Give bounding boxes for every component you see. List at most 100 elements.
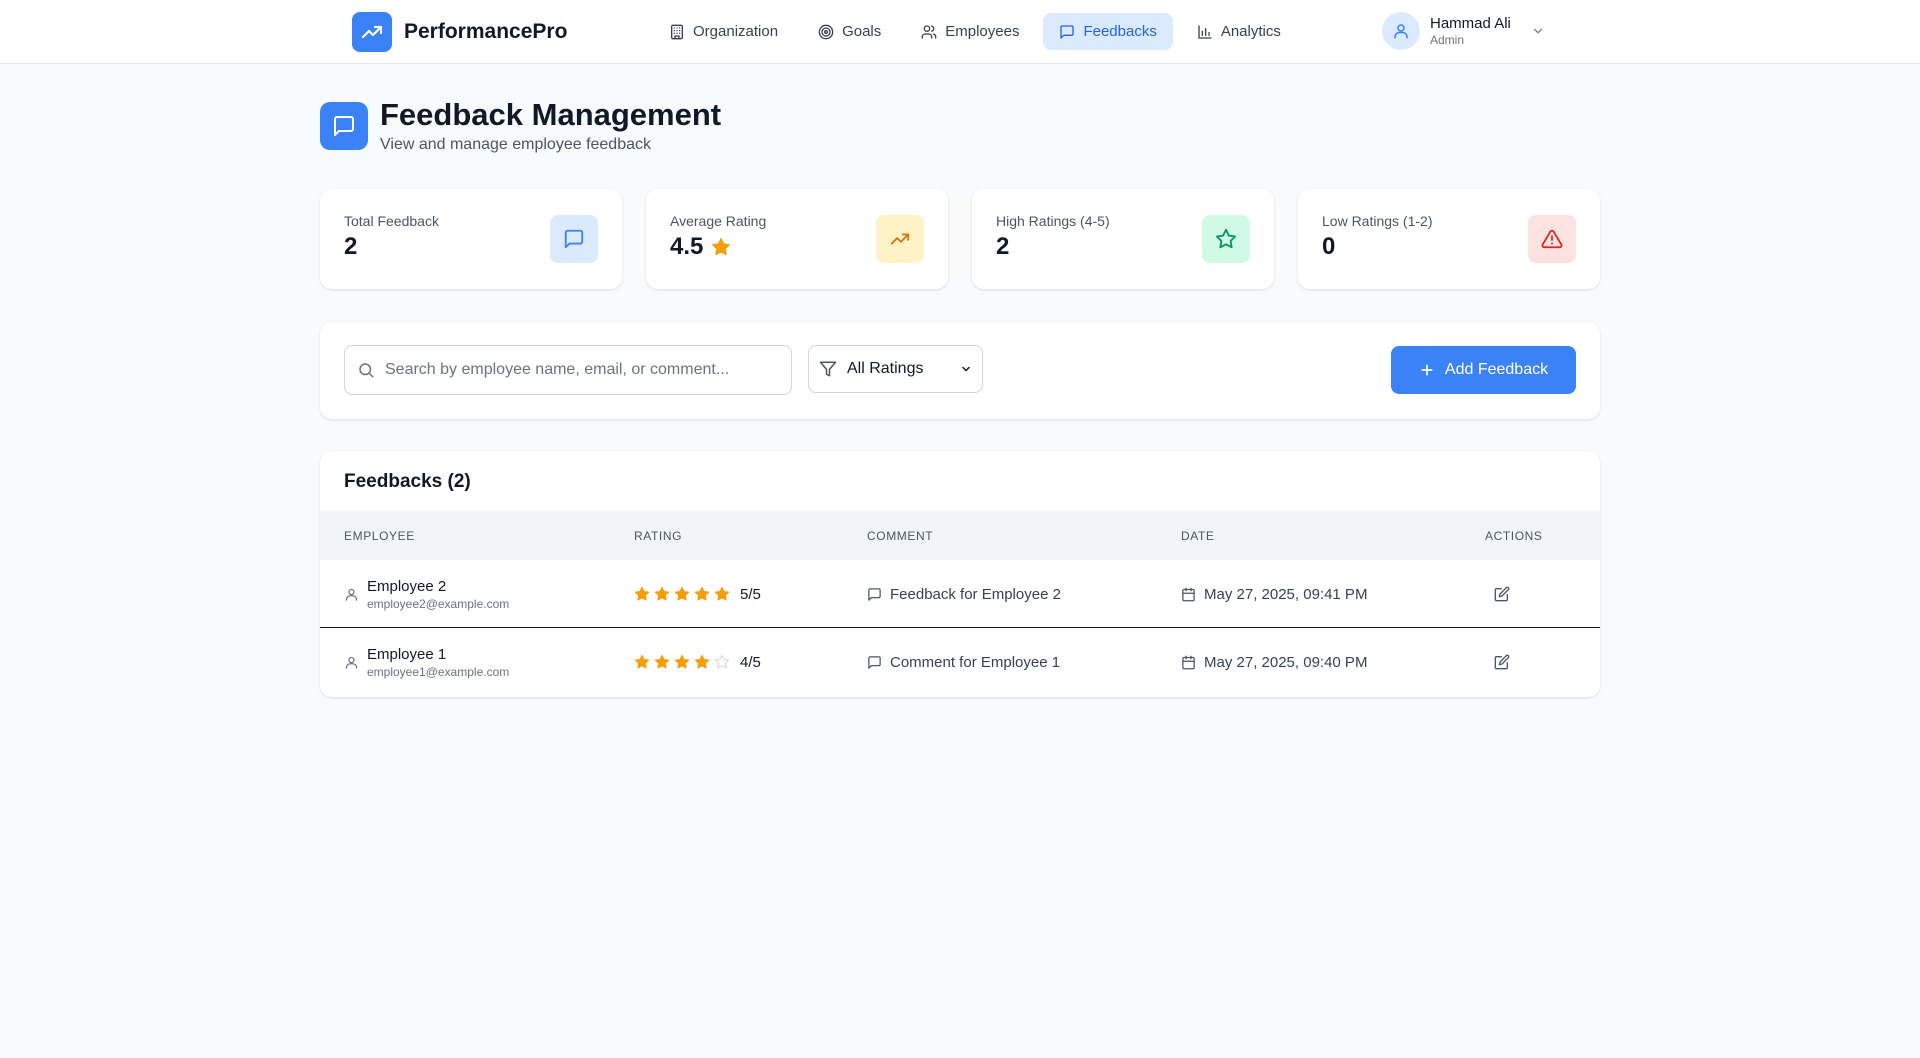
star-filled-icon — [654, 586, 670, 601]
employee-name: Employee 1 — [367, 645, 447, 663]
top-navigation-bar: PerformancePro Organization Goals Employ… — [0, 0, 1920, 64]
table-row: Employee 2 employee2@example.com 5/5 Fee… — [320, 560, 1600, 628]
star-icon — [1202, 215, 1250, 263]
calendar-icon — [1181, 587, 1196, 602]
nav-item-label: Employees — [945, 23, 1020, 40]
star-filled-icon — [634, 654, 650, 669]
date-cell: May 27, 2025, 09:41 PM — [1181, 560, 1367, 628]
stat-value-text: 4.5 — [670, 233, 704, 260]
table-header: EMPLOYEE RATING COMMENT DATE ACTIONS — [320, 511, 1600, 560]
date-text: May 27, 2025, 09:41 PM — [1204, 585, 1368, 603]
building-icon — [669, 24, 685, 40]
search-box[interactable] — [344, 345, 792, 395]
rating-text: 4/5 — [740, 653, 761, 671]
user-meta: Hammad Ali Admin — [1430, 15, 1511, 47]
table-title: Feedbacks (2) — [344, 471, 471, 492]
employee-name: Employee 2 — [367, 577, 447, 595]
search-icon — [357, 361, 375, 379]
employee-cell: Employee 2 employee2@example.com — [344, 560, 509, 628]
nav-item-label: Feedbacks — [1083, 23, 1157, 40]
nav-item-goals[interactable]: Goals — [802, 13, 897, 50]
star-filled-icon — [674, 654, 690, 669]
edit-icon[interactable] — [1494, 560, 1510, 628]
rating-text: 5/5 — [740, 585, 761, 603]
page-title: Feedback Management — [380, 97, 722, 132]
user-menu[interactable]: Hammad Ali Admin — [1382, 12, 1545, 50]
date-cell: May 27, 2025, 09:40 PM — [1181, 628, 1367, 696]
calendar-icon — [1181, 655, 1196, 670]
filter-bar: All Ratings Add Feedback — [320, 322, 1600, 419]
star-filled-icon — [674, 586, 690, 601]
message-icon — [320, 102, 368, 150]
star-filled-icon — [694, 586, 710, 601]
stat-card-total: Total Feedback 2 — [320, 189, 622, 289]
bar-chart-icon — [1197, 24, 1213, 40]
user-role: Admin — [1430, 32, 1465, 47]
chevron-down-icon — [1531, 24, 1545, 38]
feedback-table-card: Feedbacks (2) EMPLOYEE RATING COMMENT DA… — [320, 451, 1600, 697]
filter-icon — [819, 360, 837, 378]
avatar — [1382, 12, 1420, 50]
nav-item-label: Analytics — [1220, 23, 1281, 40]
star-filled-icon — [634, 586, 650, 601]
message-icon — [867, 655, 882, 670]
add-feedback-label: Add Feedback — [1444, 361, 1549, 378]
message-icon — [867, 587, 882, 602]
main-nav: Organization Goals Employees Feedbacks A… — [653, 13, 1297, 50]
user-name: Hammad Ali — [1430, 14, 1511, 32]
brand[interactable]: PerformancePro — [352, 12, 567, 52]
plus-icon — [1419, 362, 1435, 378]
star-icon — [711, 237, 731, 257]
rating-filter-value: All Ratings — [847, 360, 924, 377]
chevron-down-icon — [960, 363, 972, 375]
stat-value-text: 2 — [344, 233, 358, 260]
nav-item-label: Goals — [842, 23, 882, 40]
add-feedback-button[interactable]: Add Feedback — [1391, 346, 1576, 394]
nav-item-label: Organization — [693, 23, 779, 40]
user-icon — [344, 655, 359, 670]
comment-cell: Feedback for Employee 2 — [867, 560, 1061, 628]
star-filled-icon — [694, 654, 710, 669]
brand-name: PerformancePro — [404, 20, 568, 43]
edit-icon[interactable] — [1494, 628, 1510, 696]
rating-cell: 4/5 — [634, 628, 761, 696]
nav-item-analytics[interactable]: Analytics — [1181, 13, 1297, 50]
employee-email: employee2@example.com — [367, 596, 510, 611]
comment-text: Comment for Employee 1 — [890, 653, 1061, 671]
nav-item-feedbacks[interactable]: Feedbacks — [1043, 13, 1173, 50]
trending-up-icon — [876, 215, 924, 263]
page-subtitle: View and manage employee feedback — [380, 136, 651, 153]
message-icon — [550, 215, 598, 263]
stat-card-high: High Ratings (4-5) 2 — [972, 189, 1274, 289]
rating-cell: 5/5 — [634, 560, 761, 628]
star-rating — [634, 586, 730, 602]
table-row: Employee 1 employee1@example.com 4/5 Com… — [320, 628, 1600, 696]
target-icon — [818, 24, 834, 40]
nav-item-organization[interactable]: Organization — [653, 13, 794, 50]
column-header-date: DATE — [1181, 529, 1215, 543]
stat-card-low: Low Ratings (1-2) 0 — [1298, 189, 1600, 289]
employee-email: employee1@example.com — [367, 664, 510, 679]
date-text: May 27, 2025, 09:40 PM — [1204, 653, 1368, 671]
comment-text: Feedback for Employee 2 — [890, 585, 1061, 603]
message-icon — [1059, 24, 1075, 40]
users-icon — [921, 24, 937, 40]
user-icon — [344, 587, 359, 602]
alert-triangle-icon — [1528, 215, 1576, 263]
star-filled-icon — [714, 586, 730, 601]
column-header-rating: RATING — [634, 529, 683, 543]
stats-row: Total Feedback 2 Average Rating 4.5 High… — [320, 189, 1600, 289]
star-rating — [634, 654, 730, 670]
star-empty-icon — [714, 654, 730, 669]
column-header-comment: COMMENT — [867, 529, 934, 543]
star-filled-icon — [654, 654, 670, 669]
rating-filter-select[interactable]: All Ratings — [808, 345, 983, 393]
search-input[interactable] — [385, 361, 775, 379]
nav-item-employees[interactable]: Employees — [905, 13, 1035, 50]
column-header-actions: ACTIONS — [1485, 529, 1543, 543]
employee-cell: Employee 1 employee1@example.com — [344, 628, 509, 696]
stat-value-text: 2 — [996, 233, 1010, 260]
column-header-employee: EMPLOYEE — [344, 529, 415, 543]
stat-value-text: 0 — [1322, 233, 1336, 260]
stat-card-average: Average Rating 4.5 — [646, 189, 948, 289]
